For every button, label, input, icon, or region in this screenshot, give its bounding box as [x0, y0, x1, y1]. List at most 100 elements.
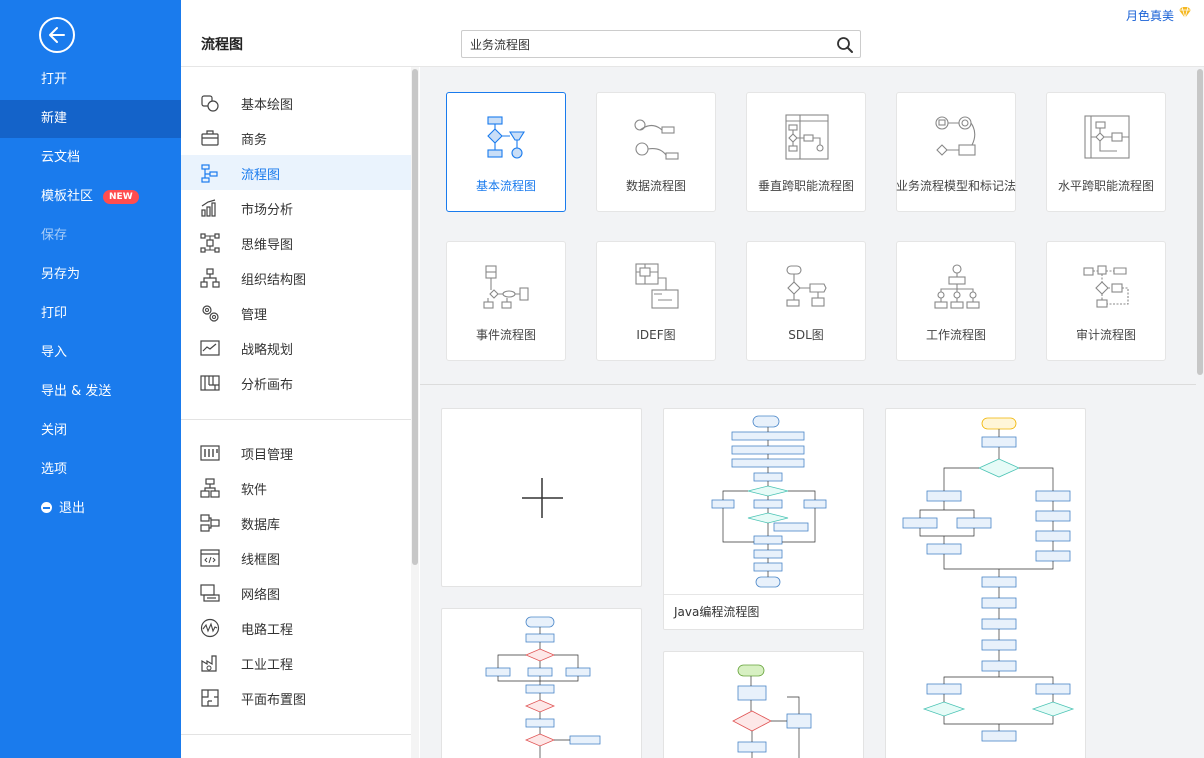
menu-label: 退出: [59, 501, 86, 516]
search-icon[interactable]: [836, 36, 854, 54]
menu-print[interactable]: 打印: [0, 295, 181, 333]
back-button[interactable]: [39, 17, 75, 53]
category-flowchart[interactable]: 流程图: [181, 155, 411, 190]
menu-template-community[interactable]: 模板社区 NEW: [0, 178, 181, 216]
menu-import[interactable]: 导入: [0, 334, 181, 372]
menu-label: 新建: [41, 111, 68, 126]
industry-icon: [201, 655, 217, 672]
category-label: 线框图: [241, 553, 281, 568]
exit-icon: [41, 502, 52, 513]
menu-open[interactable]: 打开: [0, 61, 181, 99]
wireframe-icon: [200, 549, 220, 567]
category-strategy[interactable]: 战略规划: [181, 330, 411, 365]
category-mindmap[interactable]: 思维导图: [181, 225, 411, 260]
category-network[interactable]: 网络图: [181, 575, 411, 610]
template-card-flowchart-red[interactable]: [441, 608, 642, 758]
menu-label: 打开: [41, 72, 68, 87]
menu-label: 云文档: [41, 150, 81, 165]
menu-label: 打印: [41, 306, 68, 321]
category-label: 管理: [241, 308, 268, 323]
category-industrial[interactable]: 工业工程: [181, 645, 411, 680]
bar-chart-icon: [201, 199, 216, 217]
template-scrollbar[interactable]: [1196, 67, 1204, 758]
menu-options[interactable]: 选项: [0, 451, 181, 489]
category-analysis-canvas[interactable]: 分析画布: [181, 365, 411, 400]
type-vertical-crossfunctional[interactable]: 垂直跨职能流程图: [746, 92, 866, 212]
menu-label: 选项: [41, 462, 68, 477]
category-label: 流程图: [241, 168, 281, 183]
file-menu-sidebar: 打开 新建 云文档 模板社区 NEW 保存 另存为 打印 导入 导出 & 发送 关…: [0, 0, 181, 758]
type-bpmn[interactable]: 业务流程模型和标记法: [896, 92, 1016, 212]
menu-close[interactable]: 关闭: [0, 412, 181, 450]
sdl-icon: [786, 265, 827, 307]
menu-exit[interactable]: 退出: [0, 490, 181, 528]
blank-template-card[interactable]: [441, 408, 642, 587]
type-idef[interactable]: IDEF图: [596, 241, 716, 361]
basic-flowchart-icon: [487, 116, 525, 159]
category-database[interactable]: 数据库: [181, 505, 411, 540]
type-data-flow[interactable]: 数据流程图: [596, 92, 716, 212]
database-icon: [200, 514, 220, 532]
category-label: 组织结构图: [241, 273, 307, 288]
type-sdl[interactable]: SDL图: [746, 241, 866, 361]
shapes-icon: [201, 95, 219, 112]
scrollbar-thumb[interactable]: [1197, 69, 1203, 375]
template-card-business-process[interactable]: [885, 408, 1086, 758]
bpmn-icon: [935, 116, 976, 156]
mindmap-icon: [200, 233, 220, 253]
category-org-chart[interactable]: 组织结构图: [181, 260, 411, 295]
category-management[interactable]: 管理: [181, 295, 411, 330]
vertical-crossfunctional-icon: [785, 114, 829, 160]
category-label: 分析画布: [241, 378, 294, 393]
search-box[interactable]: [461, 30, 861, 58]
event-flowchart-icon: [483, 265, 529, 309]
flowchart-thumbnail: [485, 616, 601, 758]
business-process-thumbnail: [902, 417, 1075, 742]
type-label: SDL图: [788, 328, 824, 342]
template-area: 基本流程图 数据流程图 垂直跨职能流程图 业务流程模型和标记法 水平跨职能流程图…: [420, 67, 1204, 758]
category-scrollbar[interactable]: [411, 67, 419, 758]
new-badge: NEW: [103, 190, 139, 204]
category-software[interactable]: 软件: [181, 470, 411, 505]
category-label: 基本绘图: [241, 98, 294, 113]
category-label: 平面布置图: [241, 693, 307, 708]
network-icon: [200, 584, 220, 602]
menu-label: 导入: [41, 345, 68, 360]
category-label: 商务: [241, 133, 268, 148]
flowchart-green-thumbnail: [732, 664, 812, 758]
category-circuit[interactable]: 电路工程: [181, 610, 411, 645]
canvas-icon: [200, 375, 220, 391]
category-label: 市场分析: [241, 203, 294, 218]
plus-icon: [522, 478, 563, 518]
category-divider: [181, 734, 411, 735]
scrollbar-thumb[interactable]: [412, 69, 418, 565]
category-business[interactable]: 商务: [181, 120, 411, 155]
category-wireframe[interactable]: 线框图: [181, 540, 411, 575]
menu-new[interactable]: 新建: [0, 100, 181, 138]
template-title: Java编程流程图: [664, 594, 863, 629]
type-audit[interactable]: 审计流程图: [1046, 241, 1166, 361]
category-basic-drawing[interactable]: 基本绘图: [181, 85, 411, 120]
menu-save-as[interactable]: 另存为: [0, 256, 181, 294]
type-label: 数据流程图: [625, 179, 686, 193]
category-floor-plan[interactable]: 平面布置图: [181, 680, 411, 715]
menu-save[interactable]: 保存: [0, 217, 181, 255]
search-input[interactable]: [470, 35, 830, 53]
category-label: 工业工程: [241, 658, 294, 673]
flowchart-icon: [201, 164, 218, 183]
menu-export-send[interactable]: 导出 & 发送: [0, 373, 181, 411]
type-label: 基本流程图: [475, 179, 536, 193]
category-project-management[interactable]: 项目管理: [181, 435, 411, 470]
type-event-flowchart[interactable]: 事件流程图: [446, 241, 566, 361]
category-market-analysis[interactable]: 市场分析: [181, 190, 411, 225]
diagram-type-grid: 基本流程图 数据流程图 垂直跨职能流程图 业务流程模型和标记法 水平跨职能流程图…: [420, 67, 1196, 385]
menu-label: 保存: [41, 228, 68, 243]
type-horizontal-crossfunctional[interactable]: 水平跨职能流程图: [1046, 92, 1166, 212]
type-basic-flowchart[interactable]: 基本流程图: [446, 92, 566, 212]
template-card-java[interactable]: Java编程流程图: [663, 408, 864, 630]
type-label: 垂直跨职能流程图: [757, 179, 854, 193]
user-name[interactable]: 月色真美: [1126, 7, 1174, 24]
type-workflow[interactable]: 工作流程图: [896, 241, 1016, 361]
template-card-flowchart-green[interactable]: [663, 651, 864, 758]
menu-cloud-docs[interactable]: 云文档: [0, 139, 181, 177]
